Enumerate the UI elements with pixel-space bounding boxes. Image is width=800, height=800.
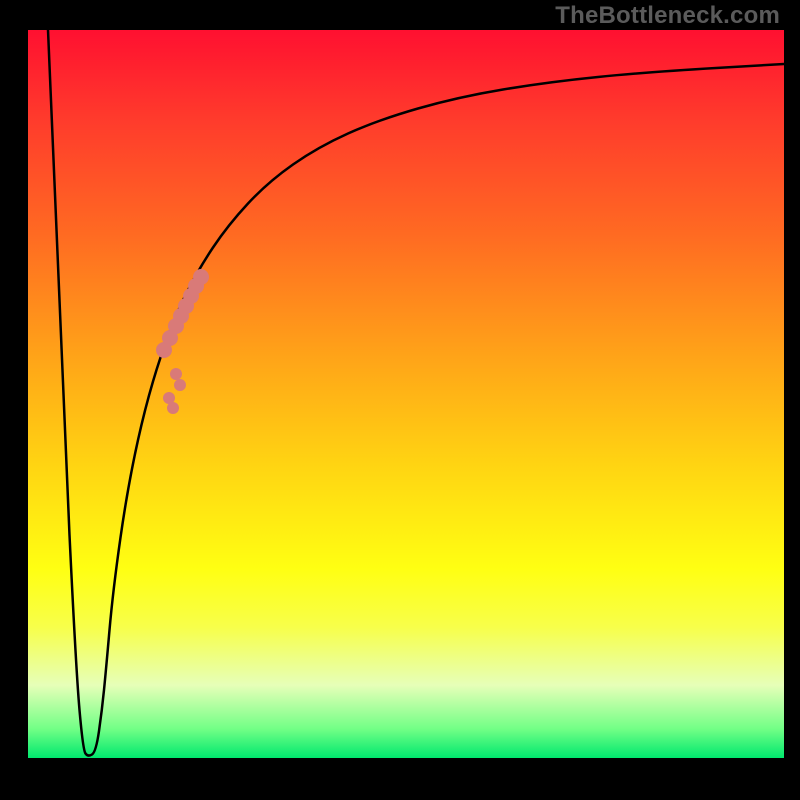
highlight-dot bbox=[174, 379, 186, 391]
highlight-dots bbox=[156, 269, 209, 414]
bottleneck-curve bbox=[48, 30, 784, 756]
highlight-dot bbox=[170, 368, 182, 380]
watermark-text: TheBottleneck.com bbox=[555, 2, 780, 30]
highlight-dot bbox=[193, 269, 209, 285]
curve-svg bbox=[28, 30, 784, 758]
plot-area bbox=[28, 30, 784, 758]
chart-root: TheBottleneck.com bbox=[0, 0, 800, 800]
highlight-dot bbox=[167, 402, 179, 414]
